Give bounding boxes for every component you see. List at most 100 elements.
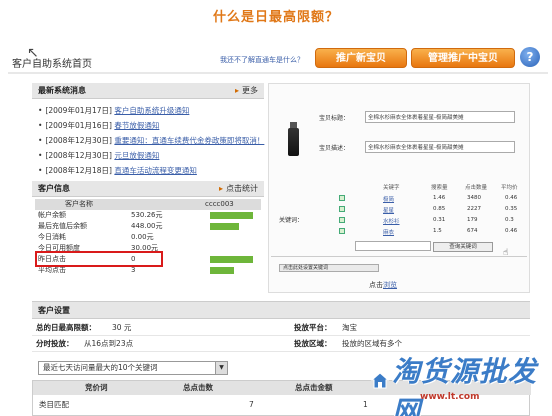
info-label: 帐户余额 bbox=[38, 211, 66, 219]
news-date: [2008年12月30日] bbox=[45, 136, 112, 145]
news-title[interactable]: 春节放假通知 bbox=[114, 121, 159, 130]
page-root: 什么是日最高限额？ ↖ 客户自助系统首页 我还不了解直通车是什么？ 推广新宝贝 … bbox=[0, 0, 552, 416]
watermark-url: www.lt.com bbox=[420, 392, 480, 402]
news-list: • [2009年01月17日] 客户自助系统升级通知 • [2009年01月16日]… bbox=[38, 103, 264, 178]
checkbox[interactable] bbox=[339, 206, 345, 212]
help-circle-icon[interactable]: ? bbox=[520, 47, 540, 67]
news-item[interactable]: • [2008年12月30日] 元旦放假通知 bbox=[38, 148, 262, 163]
customer-info-title: 客户信息 bbox=[38, 184, 70, 193]
info-label: 最后充值后余额 bbox=[38, 222, 87, 230]
preview-col: 搜索量 bbox=[431, 185, 448, 191]
news-item[interactable]: • [2008年12月18日] 直通车活动流程变更通知 bbox=[38, 163, 262, 178]
preview-kw[interactable]: 麻衣 bbox=[383, 228, 394, 236]
customer-settings-panel: 客户设置 总的日最高限额： 30 元 投放平台： 淘宝 分时投放： 从16点到2… bbox=[32, 301, 530, 355]
preview-cell: 0.46 bbox=[505, 228, 518, 234]
preview-scrollbar[interactable]: 点击此处设置关键词 bbox=[279, 264, 379, 272]
preview-col: 关键字 bbox=[383, 185, 400, 191]
region-label: 投放区域： bbox=[294, 339, 332, 348]
product-image bbox=[288, 122, 299, 156]
customer-info-header: 客户信息 ▸ 点击统计 bbox=[32, 181, 264, 197]
checkbox[interactable] bbox=[339, 228, 345, 234]
news-title[interactable]: 客户自助系统升级通知 bbox=[114, 106, 189, 115]
preview-kw[interactable]: 星星 bbox=[383, 206, 394, 214]
page-title: 客户自助系统首页 bbox=[12, 59, 92, 70]
help-link[interactable]: 我还不了解直通车是什么？ bbox=[220, 55, 304, 65]
preview-desc-input[interactable]: 全棉水杉麻衣全体裹着星星-极简甜美摊 bbox=[365, 141, 515, 153]
item-preview-panel: 宝贝标题： 全棉水杉麻衣全体裹着星星-极简甜美摊 宝贝描述： 全棉水杉麻衣全体裹… bbox=[268, 83, 530, 293]
info-bar bbox=[210, 223, 239, 230]
col-clicks: 总点击数 bbox=[183, 383, 213, 392]
click-stats-link[interactable]: ▸ 点击统计 bbox=[219, 181, 258, 197]
platform-label: 投放平台： bbox=[294, 323, 332, 332]
preview-keyword-label: 关键词： bbox=[279, 217, 304, 224]
info-header-row: 客户名称 cccc003 bbox=[35, 199, 261, 210]
preview-row: 麻衣 1.5 674 0.46 bbox=[335, 228, 525, 239]
info-header-value: cccc003 bbox=[205, 200, 234, 208]
info-value: 448.00元 bbox=[131, 222, 163, 230]
checkbox[interactable] bbox=[339, 217, 345, 223]
preview-title-input[interactable]: 全棉水杉麻衣全体裹着星星-极简甜美摊 bbox=[365, 111, 515, 123]
info-bar bbox=[210, 267, 234, 274]
info-label: 今日消耗 bbox=[38, 233, 66, 241]
preview-cell: 179 bbox=[467, 217, 478, 223]
preview-cell: 1.46 bbox=[433, 195, 446, 201]
header-bar: 客户自助系统首页 我还不了解直通车是什么？ 推广新宝贝 管理推广中宝贝 ? bbox=[8, 40, 548, 74]
preview-search-button[interactable]: 查询关键词 bbox=[433, 242, 493, 252]
info-value: 530.26元 bbox=[131, 211, 163, 219]
news-date: [2009年01月16日] bbox=[45, 121, 112, 130]
customer-info-panel: 客户信息 ▸ 点击统计 客户名称 cccc003 帐户余额 530.26元 最后充… bbox=[32, 181, 264, 291]
preview-desc-label: 宝贝描述： bbox=[319, 145, 350, 152]
more-link[interactable]: ▸ 更多 bbox=[235, 83, 258, 99]
info-row-balance: 帐户余额 530.26元 bbox=[35, 210, 261, 221]
news-title[interactable]: 重要通知：直通车续费代金券政策即将取消！ bbox=[114, 136, 264, 145]
preview-kw[interactable]: 极简 bbox=[383, 195, 394, 203]
news-title[interactable]: 元旦放假通知 bbox=[114, 151, 159, 160]
preview-row: 星星 0.85 2227 0.35 bbox=[335, 206, 525, 217]
preview-cell: 0.3 bbox=[505, 217, 514, 223]
timeslot-value: 从16点到23点 bbox=[84, 339, 134, 348]
info-bar bbox=[210, 256, 254, 263]
preview-cell: 2227 bbox=[467, 206, 481, 212]
house-icon bbox=[370, 372, 390, 389]
highlight-box bbox=[35, 251, 163, 267]
cell-keyword: 类目匹配 bbox=[39, 400, 69, 409]
preview-kw[interactable]: 水杉衫 bbox=[383, 217, 400, 225]
preview-table-header: 关键字 搜索量 点击数量 平均价 bbox=[335, 183, 525, 193]
preview-caption: 点击浏览 bbox=[369, 281, 397, 289]
watermark-text: 淘货源批发网 bbox=[392, 355, 538, 416]
customer-settings-header: 客户设置 bbox=[32, 302, 530, 319]
system-news-panel: 最新系统消息 ▸ 更多 • [2009年01月17日] 客户自助系统升级通知 • [2… bbox=[32, 83, 264, 181]
news-date: [2008年12月18日] bbox=[45, 166, 112, 175]
preview-cell: 1.5 bbox=[433, 228, 442, 234]
col-keyword: 竞价词 bbox=[85, 383, 108, 392]
preview-cell: 0.46 bbox=[505, 195, 518, 201]
news-item[interactable]: • [2009年01月17日] 客户自助系统升级通知 bbox=[38, 103, 262, 118]
preview-row: 极简 1.46 3480 0.46 bbox=[335, 195, 525, 206]
divider bbox=[271, 256, 527, 257]
checkbox[interactable] bbox=[339, 195, 345, 201]
timeslot-label: 分时投放： bbox=[36, 339, 74, 348]
daily-limit-label: 总的日最高限额： bbox=[36, 323, 96, 332]
platform-value: 淘宝 bbox=[342, 323, 357, 332]
system-news-header: 最新系统消息 ▸ 更多 bbox=[32, 83, 264, 99]
keyword-range-select[interactable]: 最近七天访问量最大的10个关键词 ▼ bbox=[38, 361, 228, 375]
news-date: [2009年01月17日] bbox=[45, 106, 112, 115]
preview-col: 平均价 bbox=[501, 185, 518, 191]
preview-keyword-input[interactable] bbox=[355, 241, 431, 251]
cell-clicks: 7 bbox=[249, 400, 254, 409]
news-item[interactable]: • [2009年01月16日] 春节放假通知 bbox=[38, 118, 262, 133]
preview-cell: 674 bbox=[467, 228, 478, 234]
info-row-today-spend: 今日消耗 0.00元 bbox=[35, 232, 261, 243]
system-news-title: 最新系统消息 bbox=[38, 86, 86, 95]
manage-promoted-items-button[interactable]: 管理推广中宝贝 bbox=[411, 48, 515, 68]
triangle-right-icon: ▸ bbox=[218, 184, 223, 193]
promote-new-item-button[interactable]: 推广新宝贝 bbox=[315, 48, 407, 68]
info-bar bbox=[210, 212, 254, 219]
preview-cell: 0.85 bbox=[433, 206, 446, 212]
chevron-down-icon[interactable]: ▼ bbox=[215, 362, 227, 374]
settings-row: 总的日最高限额： 30 元 投放平台： 淘宝 bbox=[32, 320, 530, 336]
info-value: 0.00元 bbox=[131, 233, 154, 241]
news-item[interactable]: • [2008年12月30日] 重要通知：直通车续费代金券政策即将取消！ bbox=[38, 133, 264, 148]
news-title[interactable]: 直通车活动流程变更通知 bbox=[114, 166, 197, 175]
browse-link[interactable]: 浏览 bbox=[383, 281, 397, 289]
